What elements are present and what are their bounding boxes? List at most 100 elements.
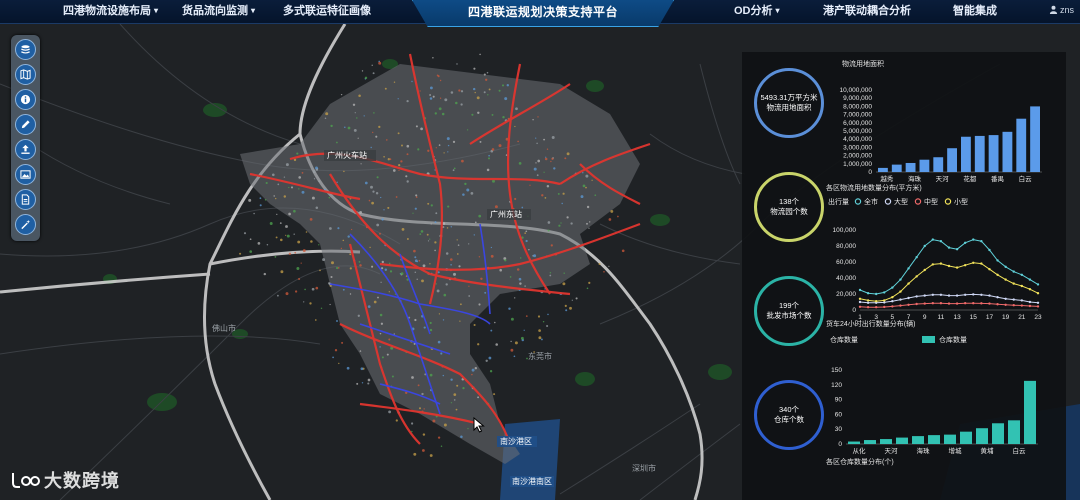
map-poi-dot xyxy=(582,172,584,174)
nav-goods-flow[interactable]: 货品流向监测 ▾ xyxy=(182,0,255,24)
map-poi-dot xyxy=(309,218,313,221)
nav-port-industry[interactable]: 港产联动耦合分析 xyxy=(823,0,911,24)
map-poi-dot xyxy=(575,297,578,300)
map-poi-dot xyxy=(313,178,316,180)
map-poi-dot xyxy=(443,423,447,427)
map-poi-dot xyxy=(347,235,350,238)
chevron-down-icon: ▾ xyxy=(251,6,256,15)
chart2-point xyxy=(939,262,943,265)
map-poi-dot xyxy=(455,408,458,411)
map-poi-dot xyxy=(585,174,589,178)
map-poi-dot xyxy=(486,71,489,74)
upload-button[interactable] xyxy=(15,139,36,160)
map-poi-dot xyxy=(342,239,345,242)
map-poi-dot xyxy=(458,89,461,92)
user-menu[interactable]: zns xyxy=(1049,5,1074,15)
export-document-button[interactable] xyxy=(15,189,36,210)
map-poi-dot xyxy=(553,167,556,170)
chart2-point xyxy=(891,305,894,308)
nav-smart-integration[interactable]: 智能集成 xyxy=(953,0,997,24)
map-poi-dot xyxy=(367,305,371,308)
chart1-bar xyxy=(919,159,930,172)
magic-wand-icon xyxy=(21,219,31,230)
chart2-point xyxy=(1028,300,1032,304)
map-poi-dot xyxy=(450,91,454,94)
map-poi-dot xyxy=(536,142,538,145)
chart1-bar xyxy=(1016,118,1027,172)
map-label-1: 广州火车站 xyxy=(327,150,367,160)
map-poi-dot xyxy=(419,233,422,235)
map-poi-dot xyxy=(342,288,345,291)
map-poi-dot xyxy=(417,384,420,387)
map-poi-dot xyxy=(288,212,291,216)
map-poi-dot xyxy=(384,268,388,272)
chart2-point xyxy=(915,275,918,278)
info-button[interactable] xyxy=(15,89,36,110)
map-poi-dot xyxy=(471,373,473,376)
map-poi-dot xyxy=(435,147,437,149)
basemap-button[interactable] xyxy=(15,64,36,85)
chart2-legend-marker xyxy=(854,198,862,205)
map-poi-dot xyxy=(354,112,356,114)
map-poi-dot xyxy=(450,402,453,404)
chart1-bar xyxy=(1002,131,1013,172)
map-poi-dot xyxy=(468,295,471,297)
map-poi-dot xyxy=(533,167,537,171)
map-poi-dot xyxy=(427,149,430,152)
map-poi-dot xyxy=(401,144,403,147)
map-poi-dot xyxy=(372,72,375,75)
chart1-bar xyxy=(974,135,985,172)
map-poi-dot xyxy=(430,204,433,207)
draw-button[interactable] xyxy=(15,114,36,135)
chart2-point xyxy=(858,305,862,308)
map-poi-dot xyxy=(535,162,537,164)
map-poi-dot xyxy=(264,198,267,201)
map-poi-dot xyxy=(334,349,338,352)
map-poi-dot xyxy=(524,232,527,234)
chart2-legend-label: 中型 xyxy=(924,197,938,206)
map-poi-dot xyxy=(447,205,450,208)
magic-tool-button[interactable] xyxy=(15,214,36,235)
map-poi-dot xyxy=(338,362,340,365)
map-poi-dot xyxy=(330,124,333,128)
map-poi-dot xyxy=(429,373,433,377)
map-poi-dot xyxy=(591,179,593,181)
chart2-point xyxy=(1004,278,1007,281)
map-poi-dot xyxy=(477,343,480,346)
chart2-point xyxy=(980,293,983,296)
chart2-point xyxy=(939,240,943,243)
nav-logistics-layout[interactable]: 四港物流设施布局 ▾ xyxy=(63,0,158,24)
map-poi-dot xyxy=(397,98,399,100)
layers-button[interactable] xyxy=(15,39,36,60)
map-poi-dot xyxy=(470,192,474,195)
map-poi-dot xyxy=(332,356,334,359)
chart2-point xyxy=(963,293,967,296)
chart2-xtick: 7 xyxy=(907,314,911,321)
map-poi-dot xyxy=(471,368,475,372)
map-poi-dot xyxy=(456,239,458,241)
chart2-point xyxy=(980,262,983,265)
chart2-point xyxy=(923,302,926,305)
chart2-point xyxy=(1028,278,1032,281)
image-button[interactable] xyxy=(15,164,36,185)
chart2-point xyxy=(866,292,870,295)
chart2-legend-title: 出行量 xyxy=(828,197,849,206)
map-poi-dot xyxy=(337,227,340,230)
map-poi-dot xyxy=(294,290,298,293)
map-poi-dot xyxy=(429,86,433,90)
map-poi-dot xyxy=(462,193,465,196)
map-poi-dot xyxy=(437,436,441,439)
chart2-point xyxy=(972,302,975,305)
map-poi-dot xyxy=(537,315,541,318)
chart2-legend-label: 大型 xyxy=(894,197,908,206)
nav-od-analysis[interactable]: OD分析 ▾ xyxy=(734,0,780,24)
map-poi-dot xyxy=(336,320,338,322)
map-poi-dot xyxy=(285,163,289,167)
chart2-point xyxy=(891,286,894,289)
chart2-point xyxy=(923,244,926,248)
map-poi-dot xyxy=(275,197,277,200)
nav-multimodal-portrait[interactable]: 多式联运特征画像 xyxy=(283,0,371,24)
map-poi-dot xyxy=(474,221,477,224)
map-poi-dot xyxy=(384,87,387,90)
map-poi-dot xyxy=(298,277,301,281)
